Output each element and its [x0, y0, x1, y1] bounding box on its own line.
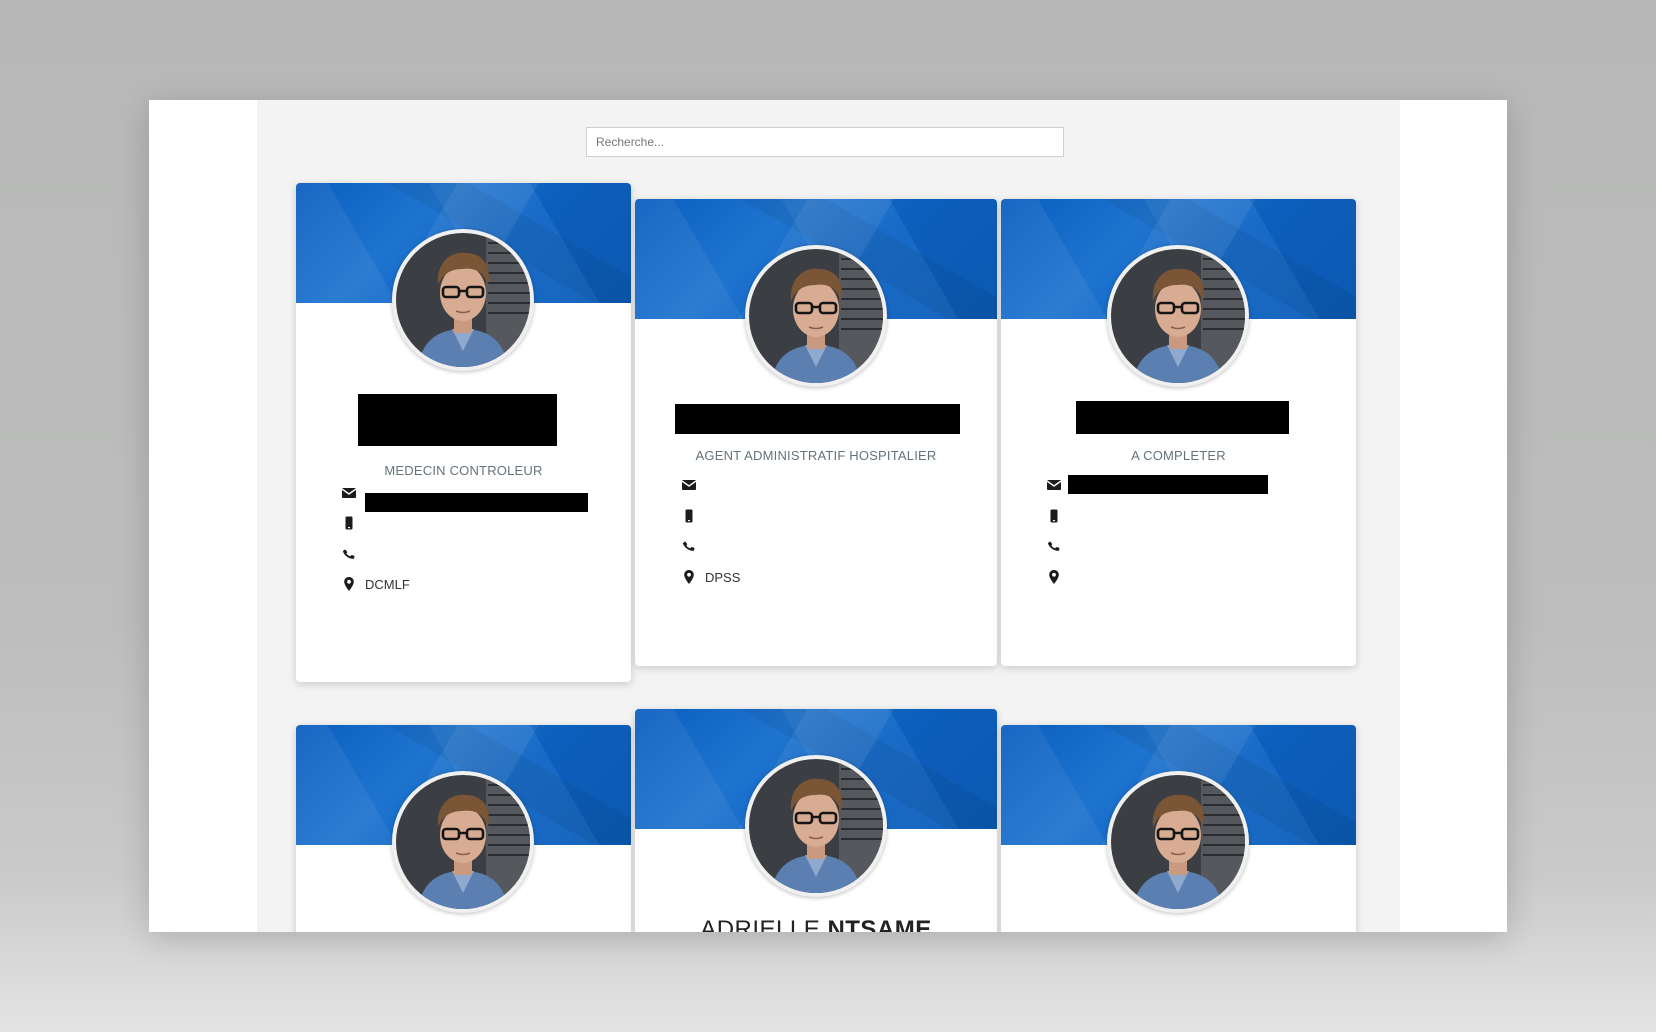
browser-page: MEDECIN CONTROLEUR DCMLF	[149, 100, 1507, 932]
profile-card[interactable]: MEDECIN CONTROLEUR DCMLF	[296, 183, 631, 682]
profile-card[interactable]: ADRIELLE NTSAME	[635, 709, 997, 932]
envelope-icon	[341, 485, 357, 501]
role-label: A COMPLETER	[1131, 448, 1226, 463]
location-value: DCMLF	[365, 576, 410, 592]
avatar	[1107, 245, 1249, 387]
map-marker-icon	[681, 569, 697, 585]
email-row	[341, 483, 365, 503]
mobile-icon	[341, 515, 357, 531]
last-name: NTSAME	[827, 916, 932, 932]
phone-icon	[1046, 538, 1062, 554]
envelope-icon	[1046, 477, 1062, 493]
location-row	[1046, 567, 1070, 587]
profile-card[interactable]	[296, 725, 631, 932]
profile-card[interactable]	[1001, 725, 1356, 932]
profile-card[interactable]: A COMPLETER	[1001, 199, 1356, 666]
directory-content: MEDECIN CONTROLEUR DCMLF	[257, 100, 1400, 932]
email-row	[681, 475, 705, 495]
profile-card[interactable]: AGENT ADMINISTRATIF HOSPITALIER DPSS	[635, 199, 997, 666]
map-marker-icon	[1046, 569, 1062, 585]
search-input[interactable]	[586, 127, 1064, 157]
mobile-icon	[681, 508, 697, 524]
profile-name: ADRIELLE NTSAME	[635, 916, 997, 932]
role-label: AGENT ADMINISTRATIF HOSPITALIER	[695, 448, 937, 463]
redacted-name	[675, 404, 960, 434]
role-label: MEDECIN CONTROLEUR	[384, 463, 543, 478]
envelope-icon	[681, 477, 697, 493]
avatar	[392, 229, 534, 371]
redacted-email	[365, 493, 588, 512]
phone-row	[681, 536, 705, 556]
avatar	[392, 771, 534, 913]
phone-row	[1046, 536, 1070, 556]
avatar	[745, 245, 887, 387]
avatar	[745, 755, 887, 897]
redacted-email	[1068, 475, 1268, 494]
mobile-row	[341, 513, 365, 533]
phone-icon	[341, 546, 357, 562]
mobile-row	[1046, 506, 1070, 526]
phone-icon	[681, 538, 697, 554]
redacted-name	[358, 394, 557, 446]
location-value: DPSS	[705, 569, 741, 585]
avatar	[1107, 771, 1249, 913]
mobile-row	[681, 506, 705, 526]
location-row: DPSS	[681, 567, 740, 587]
map-marker-icon	[341, 576, 357, 592]
mobile-icon	[1046, 508, 1062, 524]
location-row: DCMLF	[341, 574, 410, 594]
phone-row	[341, 544, 365, 564]
redacted-name	[1076, 401, 1289, 434]
email-row	[1046, 475, 1070, 495]
first-name: ADRIELLE	[700, 916, 821, 932]
